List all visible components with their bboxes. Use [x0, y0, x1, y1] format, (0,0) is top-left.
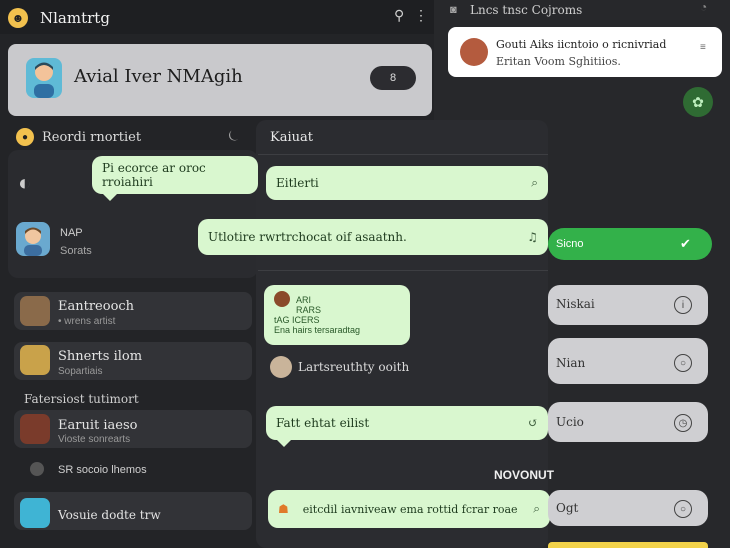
clock-icon: ◷ — [674, 414, 692, 432]
app-title: Nlamtrtg — [40, 9, 110, 27]
more-menu-icon[interactable]: ⋮ — [414, 7, 428, 24]
chat-bubble: ☗ eitcdil iavniveaw ema rottid fcrar roa… — [268, 490, 550, 528]
reply-icon[interactable]: ⌕ — [533, 502, 540, 517]
pill-label: Ogt — [556, 501, 579, 515]
avatar[interactable] — [26, 58, 62, 98]
list-item-title: Shnerts ilom — [58, 349, 143, 364]
bubble-text: Eitlerti — [276, 176, 319, 190]
bubble-text: Fatt ehtat eilist — [276, 416, 370, 430]
bubble-text: eitcdil iavniveaw ema rottid fcrar roae — [302, 502, 518, 516]
chat-title: Kaiuat — [270, 130, 313, 145]
list-item-subtitle: • wrens artist — [58, 316, 116, 327]
avatar — [20, 296, 50, 326]
avatar — [460, 38, 488, 66]
list-item-title: Eantreooch — [58, 299, 135, 314]
check-icon: ✔ — [680, 236, 691, 251]
chat-bubble: Fatt ehtat eilist ↺ — [266, 406, 548, 447]
pill-label: Sicno — [556, 238, 584, 250]
divider — [258, 270, 548, 271]
plain-row-text[interactable]: SR socoio lhemos — [58, 464, 147, 476]
list-item-title: Earuit iaeso — [58, 418, 138, 433]
contact-subtitle: Sorats — [60, 245, 92, 257]
compose-fab-icon[interactable]: ✿ — [683, 87, 713, 117]
pin-icon[interactable]: ⚲ — [394, 7, 404, 24]
contact-avatar[interactable] — [16, 222, 50, 256]
bubble-line: ARI — [296, 295, 312, 305]
right-panel-header: Lncs tnsc Cojroms — [470, 3, 583, 17]
user-icon: ☗ — [278, 502, 289, 516]
section-icon: ● — [16, 128, 34, 146]
app-icon — [20, 498, 50, 528]
bell-icon[interactable]: ♫ — [527, 230, 538, 244]
user-icon: ◙ — [450, 4, 457, 16]
profile-action-button[interactable]: 8 — [370, 66, 416, 90]
notification-title: Gouti Aiks iicntoio o ricnivriad — [496, 38, 667, 51]
dot-icon — [30, 462, 44, 476]
bubble-line: tAG ICERS — [274, 315, 320, 325]
reply-icon[interactable]: ↺ — [528, 416, 538, 430]
avatar — [20, 414, 50, 444]
profile-name: Avial Iver NMAgih — [74, 66, 243, 87]
bubble-line: RARS — [296, 305, 322, 315]
avatar — [274, 291, 290, 307]
list-item-title: Vosuie dodte trw — [58, 508, 161, 522]
avatar — [270, 356, 292, 378]
bubble-text: Pi ecorce ar oroc rroiahiri — [102, 161, 206, 189]
circle-icon: ○ — [674, 500, 692, 518]
section-title: Reordi rnortiet — [42, 130, 142, 145]
circle-icon: ○ — [674, 354, 692, 372]
chat-bubble: Eitlerti ⌕ — [266, 166, 548, 200]
contact-name: NAP — [60, 227, 83, 239]
refresh-icon[interactable]: ◔ — [700, 0, 707, 14]
list-label: Fatersiost tutimort — [24, 392, 139, 406]
notification-card[interactable] — [448, 27, 722, 77]
avatar — [20, 345, 50, 375]
info-icon: i — [674, 296, 692, 314]
menu-icon[interactable]: ≡ — [700, 42, 706, 53]
headset-icon[interactable]: ◐ — [18, 170, 31, 196]
list-item-subtitle: Sopartiais — [58, 366, 103, 377]
yellow-bar[interactable] — [548, 542, 708, 548]
sender-name: Lartsreuthty ooith — [298, 360, 410, 374]
divider — [258, 154, 548, 155]
notification-body: Eritan Voom Sghitiios. — [496, 55, 621, 68]
chat-bubble: ARI RARS tAG ICERS Ena hairs tersaradtag — [264, 285, 410, 345]
pill-label: Ucio — [556, 415, 584, 429]
chat-bubble: Utlotire rwrtrchocat oif asaatnh. ♫ — [198, 219, 548, 255]
chat-bubble: Pi ecorce ar oroc rroiahiri — [92, 156, 258, 201]
bell-icon[interactable]: ⏾ — [228, 127, 239, 144]
bubble-line: Ena hairs tersaradtag — [274, 325, 361, 335]
section-tag: NOVONUT — [494, 468, 554, 482]
bubble-text: Utlotire rwrtrchocat oif asaatnh. — [208, 230, 407, 244]
list-item-subtitle: Vioste sonrearts — [58, 434, 131, 445]
pill-label: Nian — [556, 356, 586, 370]
pill-label: Niskai — [556, 297, 595, 311]
app-logo-icon: ☻ — [8, 8, 28, 28]
reply-icon[interactable]: ⌕ — [531, 176, 538, 191]
